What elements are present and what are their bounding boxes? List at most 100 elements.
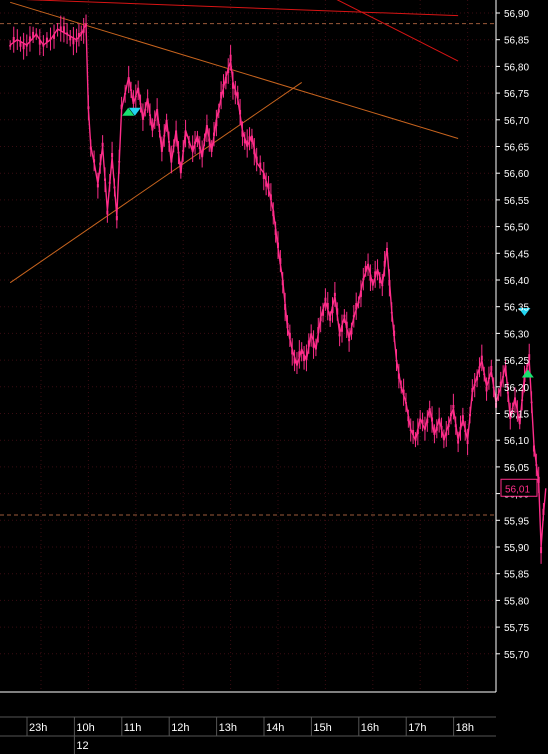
candle-body [300, 349, 303, 355]
candle-body [284, 304, 287, 310]
candle-body [355, 303, 358, 310]
candle-body [428, 408, 431, 411]
candle-body [431, 417, 434, 422]
candle-body [175, 130, 178, 137]
candle-body [177, 151, 180, 154]
y-axis: 56,90 56,85 56,80 56,75 56,70 56,65 56,60 56,55… [495, 0, 538, 692]
candle-body [53, 34, 56, 39]
y-tick-label: 55,75 [504, 623, 529, 634]
y-tick-label: 55,80 [504, 596, 529, 607]
y-tick-label: 56,10 [504, 436, 529, 447]
candle-body [149, 114, 152, 116]
candle-body [66, 32, 69, 35]
candle-body [59, 26, 62, 31]
candle-body [359, 290, 362, 297]
candle-body [272, 210, 275, 217]
candle-body [106, 210, 109, 215]
candle-body [395, 359, 398, 362]
y-tick-label: 56,20 [504, 383, 529, 394]
y-tick-label: 56,90 [504, 9, 529, 20]
candle-body [269, 194, 272, 200]
candle-body [305, 355, 308, 361]
candle-body [80, 32, 83, 35]
candle-body [72, 37, 75, 45]
trendline [26, 0, 459, 17]
candle-body [381, 284, 384, 287]
y-tick-label: 56,70 [504, 116, 529, 127]
trendlines [9, 0, 459, 284]
candle-body [502, 376, 505, 378]
candle-body [188, 141, 191, 144]
candle-body [62, 26, 65, 33]
candle-body [319, 317, 322, 322]
candle-body [521, 399, 524, 402]
candle-body [255, 156, 258, 163]
candle-body [16, 39, 19, 41]
candle-body [407, 416, 410, 422]
candle-body [151, 124, 154, 131]
candle-body [56, 29, 59, 31]
y-tick-label: 55,90 [504, 543, 529, 554]
y-tick-label: 56,50 [504, 223, 529, 234]
candle-body [426, 418, 429, 424]
x-tick-label: 13h [219, 722, 237, 734]
x-tick-label: 16h [361, 722, 379, 734]
candle-body [357, 301, 360, 304]
candle-body [160, 146, 163, 152]
candle-body [250, 135, 253, 142]
candle-body [293, 357, 296, 364]
price-chart[interactable]: 56,90 56,85 56,80 56,75 56,70 56,65 56,60 56,55… [0, 0, 548, 754]
candle-body [480, 355, 483, 361]
candle-body [459, 426, 462, 430]
candle-body [101, 142, 104, 147]
candle-body [393, 330, 396, 337]
candle-body [461, 415, 464, 419]
candle-body [137, 87, 140, 93]
candle-body [345, 321, 348, 329]
candle-body [111, 153, 114, 158]
candle-body [322, 309, 325, 316]
candle-body [77, 33, 80, 38]
candle-body [130, 89, 133, 91]
candle-body [298, 351, 301, 358]
candle-body [253, 149, 256, 155]
candle-body [153, 119, 156, 122]
candle-body [213, 132, 216, 136]
candle-body [156, 109, 159, 115]
candle-body [371, 284, 374, 286]
y-tick-label: 56,85 [504, 36, 529, 47]
candle-body [378, 277, 381, 284]
candle-body [93, 159, 96, 163]
candle-body [487, 377, 490, 380]
candle-body [134, 95, 137, 98]
candle-body [499, 381, 502, 387]
candle-body [22, 43, 25, 50]
candle-body [236, 92, 239, 99]
candle-body [457, 440, 460, 444]
candle-body [201, 150, 204, 158]
candle-body [423, 427, 426, 430]
candle-body [82, 29, 85, 33]
candle-body [179, 167, 182, 174]
candle-body [409, 429, 412, 432]
candle-body [447, 424, 450, 428]
candle-body [295, 360, 298, 366]
candle-body [222, 84, 225, 88]
candle-body [265, 181, 268, 187]
candle-body [203, 138, 206, 142]
candle-body [45, 37, 48, 43]
candle-body [350, 328, 353, 335]
candle-body [87, 106, 90, 110]
candle-body [85, 23, 88, 27]
x-tick-label: 10h [76, 722, 94, 734]
last-price-label: 56,01 [505, 484, 530, 495]
candle-body [450, 412, 453, 417]
grid [0, 0, 496, 692]
date-label: 12 [76, 740, 88, 752]
y-tick-label: 56,25 [504, 356, 529, 367]
candle-body [352, 315, 355, 318]
candle-body [224, 77, 227, 84]
candle-body [468, 413, 471, 417]
candle-body [229, 54, 232, 62]
candle-body [246, 140, 249, 147]
